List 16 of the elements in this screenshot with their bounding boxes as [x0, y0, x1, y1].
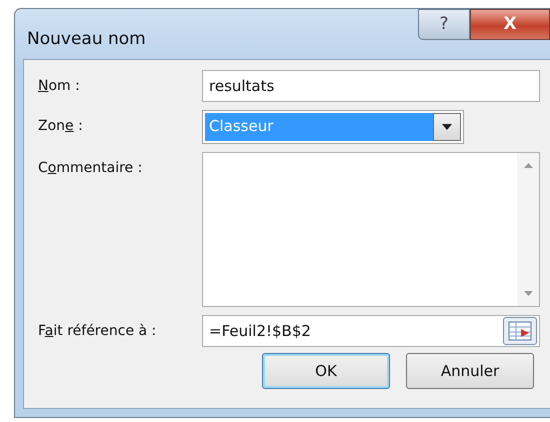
- ok-button[interactable]: OK: [262, 353, 390, 389]
- field-label: Fait référence à :: [38, 322, 158, 341]
- dropdown-button[interactable]: [433, 113, 461, 141]
- field-label: Commentaire :: [38, 159, 144, 178]
- window-title: Nouveau nom: [27, 28, 147, 51]
- cancel-button[interactable]: Annuler: [406, 353, 534, 389]
- close-button[interactable]: X: [470, 9, 550, 40]
- collapse-button[interactable]: [503, 317, 537, 345]
- field-label: Zone :: [38, 117, 84, 136]
- name-field[interactable]: resultats: [202, 70, 540, 102]
- reference-text: =Feuil2!$B$2: [209, 320, 312, 342]
- reference-field[interactable]: =Feuil2!$B$2: [202, 315, 540, 347]
- caret-icon: [442, 124, 452, 130]
- field-label: Nom :: [38, 77, 81, 96]
- help-button[interactable]: ?: [418, 9, 470, 40]
- range-select-icon: [508, 321, 532, 341]
